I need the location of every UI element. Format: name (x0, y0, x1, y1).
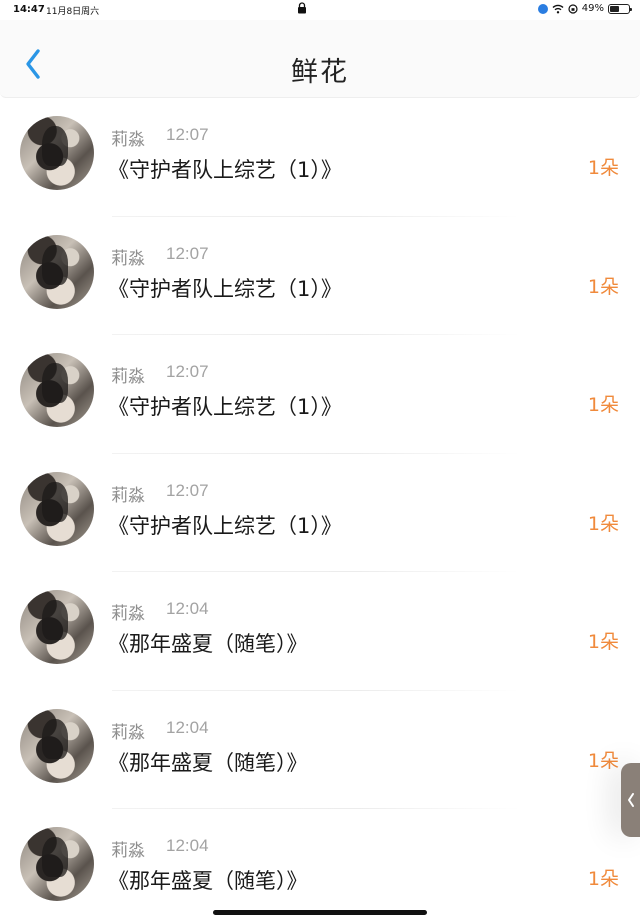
home-indicator[interactable] (213, 910, 427, 915)
author-name: 莉淼 (111, 367, 145, 387)
timestamp: 12:07 (166, 362, 209, 381)
side-panel-handle[interactable] (621, 763, 640, 837)
author-name: 莉淼 (111, 130, 145, 150)
status-date: 11月8日周六 (46, 7, 100, 17)
status-time: 14:47 (13, 4, 45, 15)
avatar[interactable] (20, 827, 94, 901)
battery-percent: 49% (581, 3, 604, 14)
article-title: 《守护者队上综艺（1）》 (108, 395, 342, 419)
timestamp: 12:07 (166, 480, 209, 500)
status-right: 49% (537, 3, 632, 14)
avatar[interactable] (20, 234, 94, 309)
article-title: 《那年盛夏（随笔）》 (108, 869, 308, 893)
article-title: 《那年盛夏（随笔）》 (108, 632, 308, 656)
list-item[interactable]: 莉淼 12:04 《那年盛夏（随笔）》 1朵 (0, 691, 640, 809)
flower-count: 1朵 (587, 157, 619, 179)
article-title: 《守护者队上综艺（1）》 (108, 513, 342, 538)
avatar[interactable] (20, 116, 94, 190)
flower-count: 1朵 (587, 275, 619, 298)
timestamp: 12:04 (166, 717, 209, 737)
location-icon (537, 3, 548, 14)
list-item[interactable]: 莉淼 12:07 《守护者队上综艺（1）》 1朵 (0, 454, 640, 572)
page-title: 鲜花 (291, 57, 349, 88)
battery-fill (610, 5, 619, 12)
flower-count: 1朵 (587, 868, 619, 890)
avatar[interactable] (20, 353, 94, 427)
article-title: 《守护者队上综艺（1）》 (108, 276, 342, 301)
article-title: 《守护者队上综艺（1）》 (108, 158, 342, 182)
author-name: 莉淼 (111, 485, 145, 506)
list-item[interactable]: 莉淼 12:07 《守护者队上综艺（1）》 1朵 (0, 217, 640, 335)
list-item[interactable]: 莉淼 12:07 《守护者队上综艺（1）》 1朵 (0, 335, 640, 454)
timestamp: 12:04 (166, 599, 209, 618)
avatar[interactable] (20, 471, 94, 546)
flower-count: 1朵 (587, 512, 619, 535)
list-item[interactable]: 莉淼 12:07 《守护者队上综艺（1）》 1朵 (0, 98, 640, 217)
author-name: 莉淼 (111, 722, 145, 743)
timestamp: 12:04 (166, 836, 209, 855)
avatar[interactable] (20, 708, 94, 783)
author-name: 莉淼 (111, 248, 145, 269)
flower-count: 1朵 (587, 749, 619, 772)
timestamp: 12:07 (166, 243, 209, 263)
timestamp: 12:07 (166, 125, 209, 144)
article-title: 《那年盛夏（随笔）》 (108, 750, 308, 775)
status-bar: 14:47 11月8日周六 49% (0, 0, 640, 20)
lock-icon (298, 2, 306, 14)
navigation-bar: 鲜花 (0, 20, 640, 98)
wifi-icon (552, 4, 564, 13)
flower-list: 莉淼 12:07 《守护者队上综艺（1）》 1朵 莉淼 12:07 《守护者队上综艺（1）》… (0, 98, 640, 921)
list-item[interactable]: 莉淼 12:04 《那年盛夏（随笔）》 1朵 (0, 809, 640, 921)
avatar[interactable] (20, 590, 94, 664)
flower-count: 1朵 (587, 394, 619, 416)
orientation-lock-icon (568, 3, 578, 14)
author-name: 莉淼 (111, 604, 145, 624)
list-item[interactable]: 莉淼 12:04 《那年盛夏（随笔）》 1朵 (0, 572, 640, 691)
author-name: 莉淼 (111, 841, 145, 861)
flower-count: 1朵 (587, 631, 619, 653)
chevron-left-icon (628, 793, 634, 807)
battery-icon (608, 3, 632, 14)
